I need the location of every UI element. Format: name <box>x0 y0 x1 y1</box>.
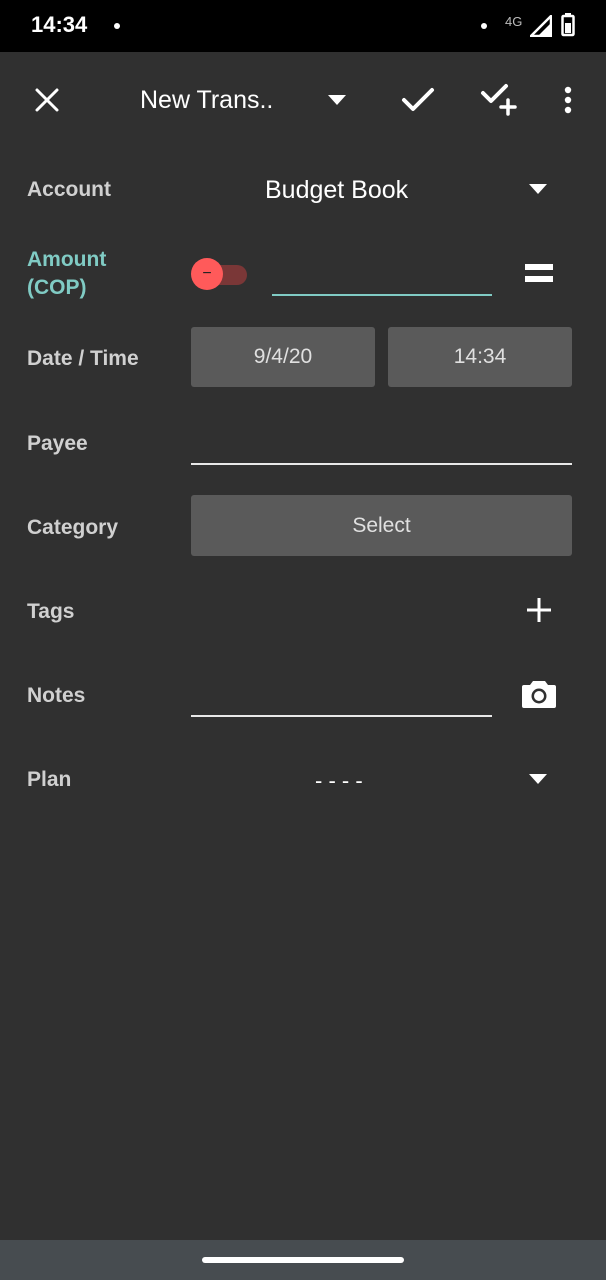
notification-dot-icon <box>481 23 487 29</box>
amount-underline <box>272 294 492 296</box>
datetime-label: Date / Time <box>27 347 139 370</box>
amount-currency: (COP) <box>27 276 87 299</box>
dropdown-arrow-icon <box>529 774 547 784</box>
toggle-thumb: − <box>191 258 223 290</box>
plan-label: Plan <box>27 768 72 791</box>
close-icon <box>35 88 59 112</box>
network-type-label: 4G <box>505 14 523 29</box>
category-label: Category <box>27 516 119 539</box>
amount-label-text: Amount <box>27 248 107 271</box>
dropdown-arrow-icon <box>328 95 346 105</box>
check-icon <box>402 88 434 111</box>
save-and-new-button[interactable] <box>478 80 520 120</box>
notes-input[interactable] <box>191 672 492 718</box>
check-plus-icon <box>481 84 517 116</box>
amount-input[interactable] <box>272 250 492 296</box>
plan-value: - - - - <box>315 768 363 793</box>
category-select-button[interactable]: Select <box>191 495 572 556</box>
tags-label: Tags <box>27 600 75 623</box>
calculator-button[interactable] <box>520 256 558 290</box>
notification-dot-icon <box>114 23 120 29</box>
camera-icon <box>522 681 556 708</box>
close-button[interactable] <box>27 80 67 120</box>
account-label: Account <box>27 178 111 201</box>
title-dropdown[interactable]: New Trans.. <box>140 86 350 116</box>
save-button[interactable] <box>397 80 439 120</box>
plus-icon <box>527 598 551 622</box>
account-select[interactable]: Budget Book <box>191 168 572 212</box>
notes-underline <box>191 715 492 717</box>
payee-label: Payee <box>27 432 88 455</box>
status-time: 14:34 <box>31 12 88 37</box>
status-bar: 14:34 4G <box>0 0 606 52</box>
notes-label: Notes <box>27 684 86 707</box>
more-vert-icon <box>564 86 572 114</box>
account-value: Budget Book <box>265 176 409 204</box>
time-button[interactable]: 14:34 <box>388 327 572 387</box>
battery-icon <box>561 13 575 37</box>
plan-select[interactable]: - - - - <box>191 758 572 802</box>
minus-sign: − <box>202 265 212 282</box>
attach-photo-button[interactable] <box>518 674 560 714</box>
equals-icon <box>525 264 553 282</box>
amount-label: Amount (COP) <box>27 246 106 302</box>
page-title: New Trans.. <box>140 86 274 114</box>
title-dropdown-arrow[interactable] <box>322 86 352 114</box>
add-tag-button[interactable] <box>520 591 558 629</box>
home-gesture-handle[interactable] <box>202 1257 404 1263</box>
payee-underline <box>191 463 572 465</box>
more-options-button[interactable] <box>552 80 584 120</box>
date-button[interactable]: 9/4/20 <box>191 327 375 387</box>
signal-icon <box>530 15 552 37</box>
dropdown-arrow-icon <box>529 184 547 194</box>
sign-toggle[interactable]: − <box>191 256 249 290</box>
payee-input[interactable] <box>191 420 572 466</box>
